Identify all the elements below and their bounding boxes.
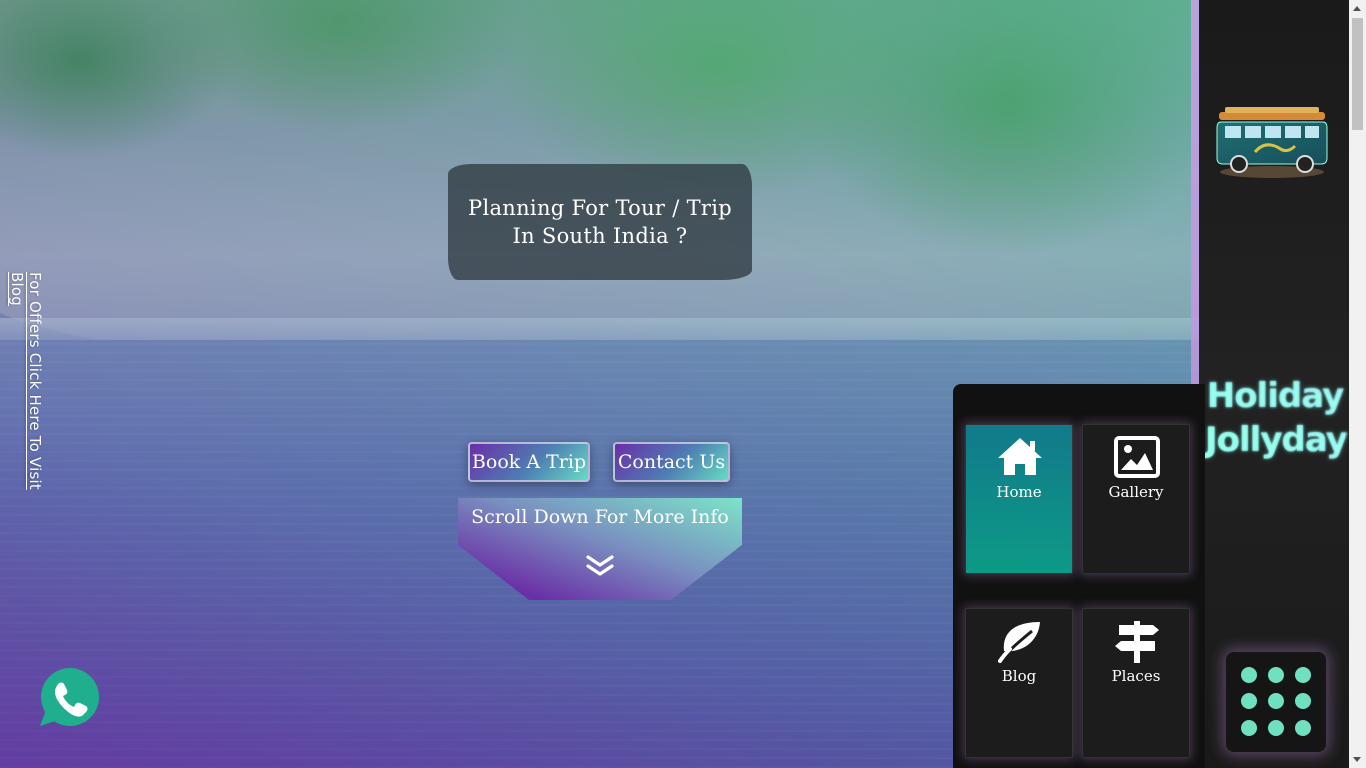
brand-logo: Holiday Jollyday — [1205, 374, 1348, 462]
contact-us-button[interactable]: Contact Us — [613, 442, 730, 482]
image-icon — [1114, 436, 1160, 478]
home-icon — [998, 438, 1042, 475]
phone-call-button[interactable] — [36, 666, 102, 728]
book-trip-button[interactable]: Book A Trip — [468, 442, 590, 482]
nav-tile-gallery[interactable]: Gallery — [1082, 424, 1190, 574]
nav-panel: Home Gallery Blog Places — [953, 384, 1205, 768]
grid-dot — [1295, 693, 1311, 709]
grid-dot — [1241, 693, 1257, 709]
double-chevron-down-icon — [586, 555, 614, 576]
phone-icon — [40, 668, 99, 726]
grid-dot — [1295, 667, 1311, 683]
scrollbar-thumb[interactable] — [1352, 18, 1363, 130]
right-sidebar: Holiday Jollyday — [1199, 0, 1349, 768]
grid-dot — [1241, 667, 1257, 683]
nav-label-places: Places — [1111, 667, 1161, 685]
nav-tile-blog[interactable]: Blog — [965, 608, 1073, 758]
brand-word-1: Holiday — [1206, 376, 1345, 416]
headline-card: Planning For Tour / Trip In South India … — [448, 164, 752, 280]
headline-line-1: Planning For Tour / Trip — [468, 196, 732, 220]
menu-toggle-button[interactable] — [1226, 652, 1326, 752]
grid-dot — [1241, 720, 1257, 736]
offers-blog-link[interactable]: For Offers Click Here To Visit Blog — [8, 272, 44, 522]
grid-dot — [1268, 693, 1284, 709]
headline-line-2: In South India ? — [512, 224, 688, 248]
signpost-icon — [1115, 621, 1159, 663]
nav-tile-places[interactable]: Places — [1082, 608, 1190, 758]
scroll-up-arrow-icon[interactable] — [1353, 6, 1361, 11]
headline-text: Planning For Tour / Trip In South India … — [468, 194, 732, 250]
scroll-down-label: Scroll Down For More Info — [471, 506, 729, 528]
scroll-down-arrow-icon[interactable] — [1353, 757, 1361, 762]
van-logo-icon[interactable] — [1215, 104, 1329, 180]
grid-dot — [1268, 667, 1284, 683]
nav-label-blog: Blog — [1001, 667, 1037, 685]
nav-label-gallery: Gallery — [1108, 483, 1164, 501]
grid-dot — [1268, 720, 1284, 736]
grid-dot — [1295, 720, 1311, 736]
leaf-icon — [998, 622, 1040, 663]
nav-tile-home[interactable]: Home — [965, 424, 1073, 574]
nav-label-home: Home — [996, 483, 1042, 501]
brand-word-2: Jollyday — [1205, 420, 1348, 460]
page-scrollbar[interactable] — [1349, 0, 1366, 768]
